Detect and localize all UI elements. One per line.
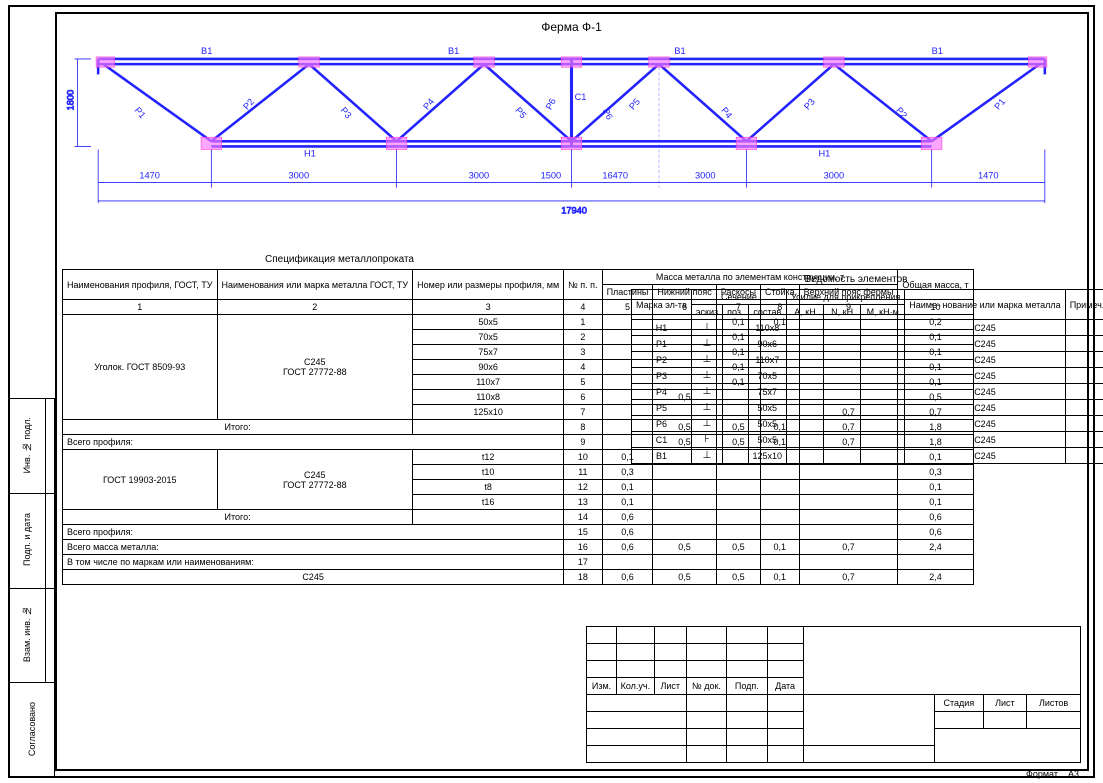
format-value: А3 (1068, 769, 1079, 779)
svg-text:3000: 3000 (469, 170, 490, 180)
svg-text:Р5: Р5 (513, 105, 528, 120)
table-row: В1⊥125x10С245 (632, 448, 1103, 464)
section-sketch-icon: ⊥ (691, 352, 722, 368)
table-row: С245180,60,50,50,10,72,4 (63, 570, 974, 585)
spec-table-block: Спецификация металлопроката Наименования… (62, 250, 617, 585)
table-row: Р6⊥50x5С245 (632, 416, 1103, 432)
svg-text:Р6: Р6 (601, 107, 615, 122)
svg-text:В1: В1 (201, 46, 212, 56)
truss-svg: В1В1В1В1 Н1Н1 Р1 Р2 Р3 Р4 Р5 Р6 С1 Р6 Р5… (57, 36, 1086, 226)
section-sketch-icon: ⊥ (691, 416, 722, 432)
bind-label: Инв. № подл. (22, 417, 32, 473)
svg-text:1470: 1470 (139, 170, 160, 180)
section-sketch-icon: ⊥ (691, 320, 722, 336)
svg-text:Р3: Р3 (802, 97, 817, 112)
table-row: Р4⊥75x7С245 (632, 384, 1103, 400)
section-sketch-icon: ⊥ (691, 336, 722, 352)
bind-label: Взам. инв. № (22, 606, 32, 662)
section-sketch-icon: ⊥ (691, 400, 722, 416)
truss-drawing: Ферма Ф-1 (57, 14, 1086, 239)
svg-text:1800: 1800 (65, 90, 75, 111)
svg-text:3000: 3000 (824, 170, 845, 180)
svg-text:Р1: Р1 (133, 105, 148, 120)
svg-text:3000: 3000 (695, 170, 716, 180)
svg-text:В1: В1 (932, 46, 943, 56)
table-row: Р3⊥70x5С245 (632, 368, 1103, 384)
table-row: Р1⊥90x6С245 (632, 336, 1103, 352)
section-sketch-icon: ⊦ (691, 432, 722, 448)
table-row: Р5⊥50x5С245 (632, 400, 1103, 416)
section-sketch-icon: ⊥ (691, 368, 722, 384)
table-row: Р2⊥110x7С245 (632, 352, 1103, 368)
svg-text:Р5: Р5 (627, 97, 642, 112)
elements-title: Ведомость элементов (631, 274, 1081, 285)
section-sketch-icon: ⊥ (691, 384, 722, 400)
svg-text:В1: В1 (448, 46, 459, 56)
svg-text:1500: 1500 (541, 170, 562, 180)
spec-title: Спецификация металлопроката (62, 254, 617, 265)
table-row: С1⊦50x5С245 (632, 432, 1103, 448)
svg-text:С1: С1 (575, 92, 587, 102)
svg-text:В1: В1 (674, 46, 685, 56)
section-sketch-icon: ⊥ (691, 448, 722, 464)
title-block: Изм.Кол.уч.Лист№ док.Подп.Дата СтадияЛис… (586, 626, 1081, 763)
svg-text:Р2: Р2 (894, 105, 909, 120)
drawing-title: Ферма Ф-1 (57, 20, 1086, 34)
table-row: Н1⊥110x8С245 (632, 320, 1103, 336)
svg-text:Р1: Р1 (992, 97, 1007, 112)
svg-text:Р2: Р2 (241, 97, 256, 112)
svg-text:Н1: Н1 (818, 149, 830, 159)
svg-text:16470: 16470 (602, 170, 628, 180)
svg-text:Р3: Р3 (338, 105, 353, 120)
table-row: Итого:140,60,6 (63, 510, 974, 525)
table-row: Всего масса металла:160,60,50,50,10,72,4 (63, 540, 974, 555)
table-row: В том числе по маркам или наименованиям:… (63, 555, 974, 570)
format-label: Формат (1026, 769, 1058, 779)
bind-label: Подп. и дата (22, 513, 32, 566)
bind-label: Согласовано (27, 702, 37, 756)
table-row: Всего профиля:150,60,6 (63, 525, 974, 540)
svg-text:17940: 17940 (561, 205, 587, 215)
binding-strip: Инв. № подл. Подп. и дата Взам. инв. № С… (8, 398, 55, 778)
elements-table: Марка эл-та Сечение Усилие для прикрепле… (631, 289, 1103, 464)
svg-text:Н1: Н1 (304, 149, 316, 159)
svg-text:Р6: Р6 (544, 97, 558, 112)
svg-text:3000: 3000 (289, 170, 310, 180)
svg-text:1470: 1470 (978, 170, 999, 180)
elements-table-block: Ведомость элементов Марка эл-та Сечение … (631, 270, 1081, 464)
